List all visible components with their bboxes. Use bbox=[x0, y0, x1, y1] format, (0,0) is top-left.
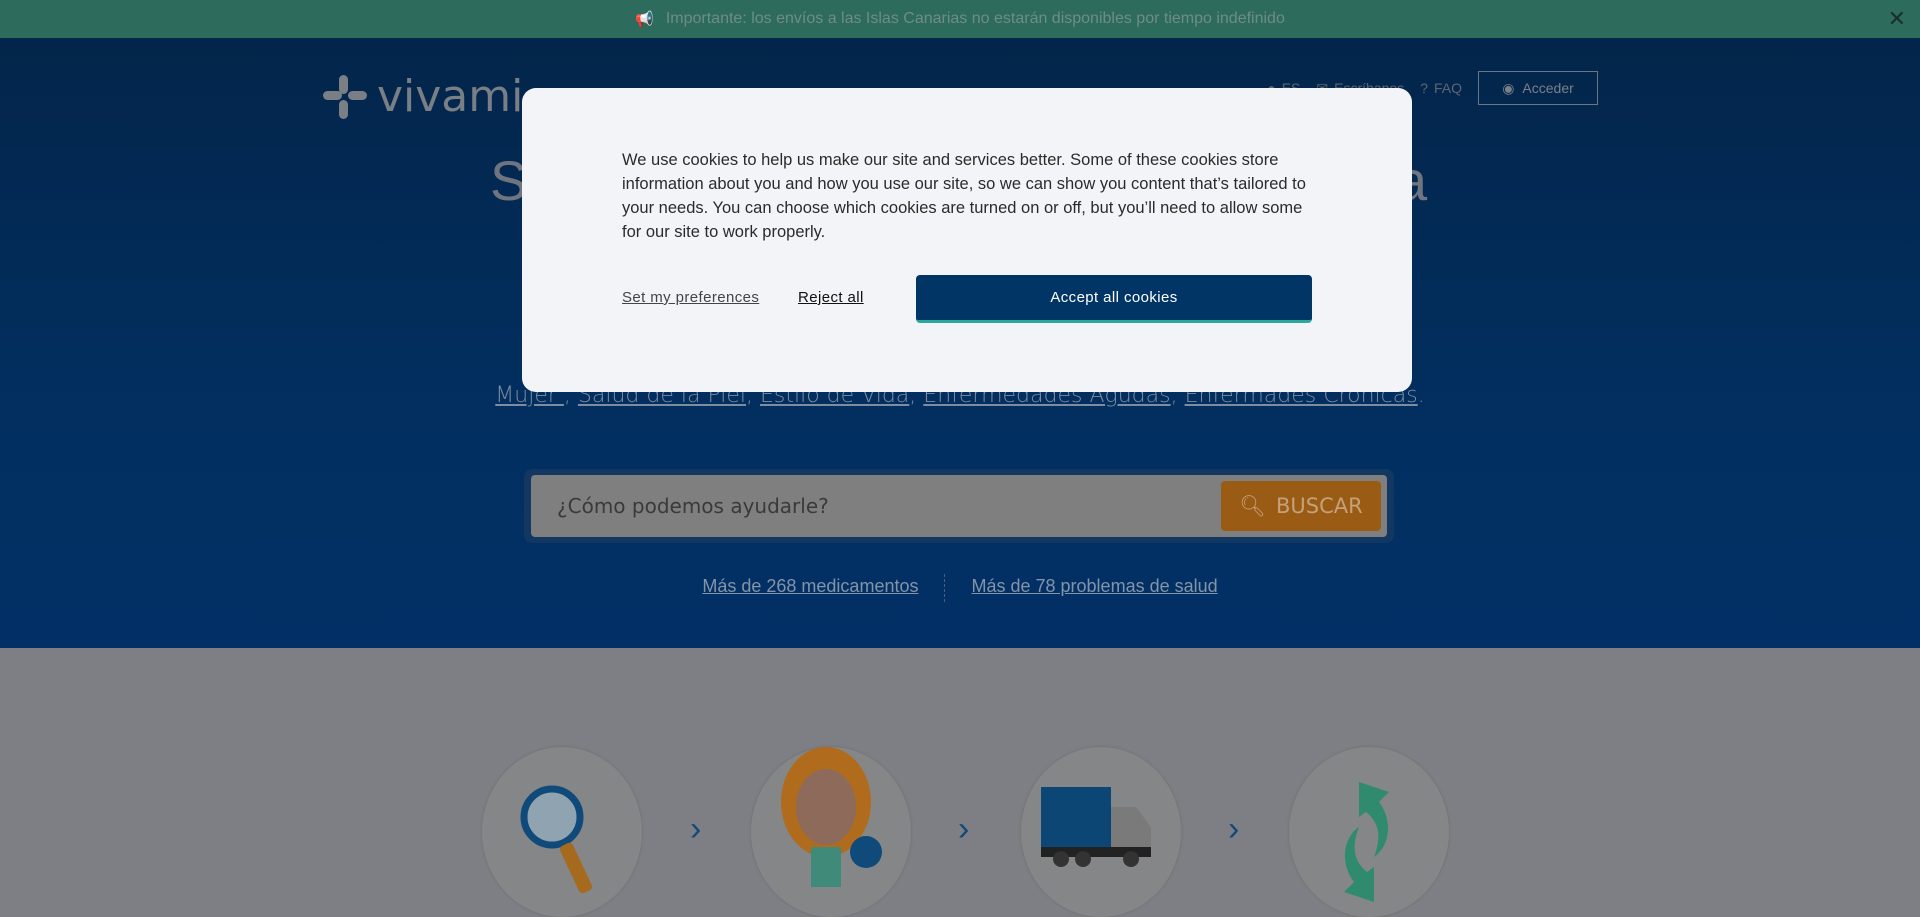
refresh-icon bbox=[1289, 747, 1449, 917]
doctor-icon bbox=[751, 747, 911, 917]
search-button[interactable]: 🔍︎ BUSCAR bbox=[1221, 481, 1381, 531]
close-icon[interactable]: ✕ bbox=[1888, 6, 1906, 32]
chevron-right-icon: › bbox=[690, 810, 702, 848]
search-icon: 🔍︎ bbox=[1239, 493, 1266, 518]
login-label: Acceder bbox=[1522, 80, 1574, 96]
cookie-message: We use cookies to help us make our site … bbox=[622, 151, 1306, 241]
chevron-right-icon: › bbox=[1228, 810, 1240, 848]
announcement-banner: 📢 Importante: los envíos a las Islas Can… bbox=[0, 0, 1920, 38]
medicines-link[interactable]: Más de 268 medicamentos bbox=[676, 576, 944, 602]
logo[interactable]: vivami bbox=[323, 71, 523, 122]
health-problems-link[interactable]: Más de 78 problemas de salud bbox=[945, 576, 1243, 602]
delivery-truck-icon bbox=[1021, 747, 1181, 917]
logo-text: vivami bbox=[377, 71, 524, 122]
faq-link[interactable]: ? FAQ bbox=[1420, 80, 1462, 96]
magnifier-icon bbox=[482, 747, 642, 917]
logo-icon bbox=[323, 74, 367, 119]
search-input[interactable] bbox=[531, 475, 1211, 537]
stats-links: Más de 268 medicamentos Más de 78 proble… bbox=[0, 574, 1920, 602]
chevron-right-icon: › bbox=[958, 810, 970, 848]
user-icon: ◉ bbox=[1502, 79, 1515, 96]
accept-all-cookies-button[interactable]: Accept all cookies bbox=[916, 275, 1312, 323]
reject-all-link[interactable]: Reject all bbox=[798, 289, 864, 306]
search-bar: 🔍︎ BUSCAR bbox=[524, 469, 1394, 543]
faq-label: FAQ bbox=[1433, 80, 1462, 96]
cookie-consent-dialog: We use cookies to help us make our site … bbox=[522, 88, 1412, 392]
search-button-label: BUSCAR bbox=[1275, 494, 1363, 518]
login-button[interactable]: ◉ Acceder bbox=[1478, 71, 1598, 105]
set-preferences-link[interactable]: Set my preferences bbox=[622, 289, 759, 306]
banner-text: Importante: los envíos a las Islas Canar… bbox=[665, 10, 1285, 27]
question-icon: ? bbox=[1420, 80, 1428, 96]
megaphone-icon: 📢 bbox=[635, 11, 654, 28]
